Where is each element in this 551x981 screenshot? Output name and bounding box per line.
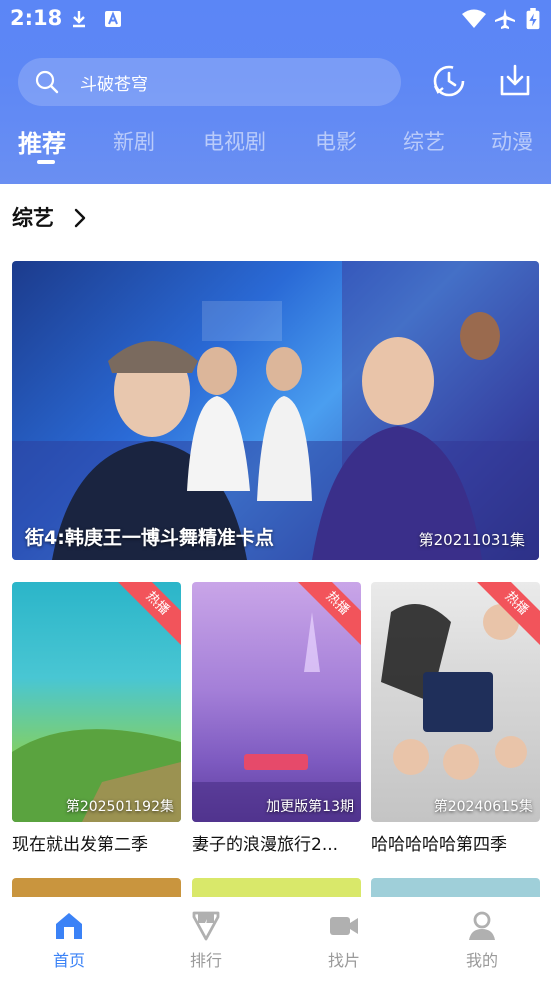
status-time: 2:18	[10, 6, 63, 30]
show-title: 现在就出发第二季	[12, 835, 148, 855]
episode-label: 第20240615集	[433, 799, 533, 815]
show-card[interactable]: 热播 第202501192集 现在就出发第二季	[12, 582, 181, 855]
tab-movie[interactable]: 电影	[315, 126, 357, 156]
tab-tv-series[interactable]: 电视剧	[203, 126, 266, 156]
show-card[interactable]: 热播 第20240615集 哈哈哈哈哈第四季	[371, 582, 540, 855]
show-card[interactable]: 热播 加更版第13期 妻子的浪漫旅行2...	[192, 582, 361, 855]
show-poster-partial[interactable]	[12, 878, 181, 898]
home-icon	[56, 913, 82, 939]
tab-new-drama[interactable]: 新剧	[113, 126, 155, 156]
airplane-mode-icon	[495, 9, 515, 29]
download-manager-icon[interactable]	[496, 62, 534, 100]
section-title[interactable]: 综艺	[12, 202, 54, 232]
battery-charging-icon	[526, 8, 540, 30]
top-header: 2:18 斗破苍穹 推荐 新剧 电视剧 电影 综艺 动漫	[0, 0, 551, 184]
nav-label: 排行	[189, 951, 222, 970]
history-icon[interactable]	[430, 62, 468, 100]
nav-ranking[interactable]: 排行	[166, 909, 246, 971]
app-store-status-icon	[105, 11, 121, 27]
ranking-icon	[192, 911, 220, 941]
show-poster: 热播 第202501192集	[12, 582, 181, 822]
wifi-icon	[462, 9, 486, 28]
show-title: 哈哈哈哈哈第四季	[371, 835, 507, 855]
nav-label: 我的	[465, 951, 498, 970]
episode-label: 加更版第13期	[266, 799, 354, 815]
search-placeholder: 斗破苍穹	[80, 75, 148, 95]
episode-label: 第202501192集	[65, 799, 174, 815]
bottom-navigation: 首页 排行 找片 我的	[0, 897, 551, 981]
tab-anime[interactable]: 动漫	[491, 126, 533, 156]
nav-label: 找片	[327, 951, 360, 970]
show-poster: 热播 加更版第13期	[192, 582, 361, 822]
nav-label: 首页	[52, 951, 85, 970]
tab-recommend[interactable]: 推荐	[18, 124, 66, 159]
show-poster-partial[interactable]	[371, 878, 540, 898]
tab-variety[interactable]: 综艺	[403, 126, 445, 156]
hero-title: 街4:韩庚王一博斗舞精准卡点	[25, 527, 274, 549]
hero-episode-label: 第20211031集	[418, 531, 525, 549]
nav-home[interactable]: 首页	[29, 909, 109, 971]
nav-find-video[interactable]: 找片	[304, 909, 384, 971]
video-camera-icon	[330, 917, 358, 935]
search-bar[interactable]: 斗破苍穹	[18, 58, 401, 106]
show-poster: 热播 第20240615集	[371, 582, 540, 822]
search-icon	[35, 70, 59, 94]
active-tab-indicator	[37, 160, 55, 164]
download-status-icon	[73, 11, 85, 28]
chevron-right-icon[interactable]	[70, 206, 90, 230]
user-icon	[469, 911, 495, 940]
nav-profile[interactable]: 我的	[442, 909, 522, 971]
show-poster-partial[interactable]	[192, 878, 361, 898]
category-tabs: 推荐 新剧 电视剧 电影 综艺 动漫	[0, 118, 551, 168]
status-bar: 2:18	[0, 0, 551, 40]
hero-artwork	[12, 261, 539, 560]
hero-banner[interactable]: 街4:韩庚王一博斗舞精准卡点 第20211031集	[12, 261, 539, 560]
show-title: 妻子的浪漫旅行2...	[192, 835, 339, 855]
